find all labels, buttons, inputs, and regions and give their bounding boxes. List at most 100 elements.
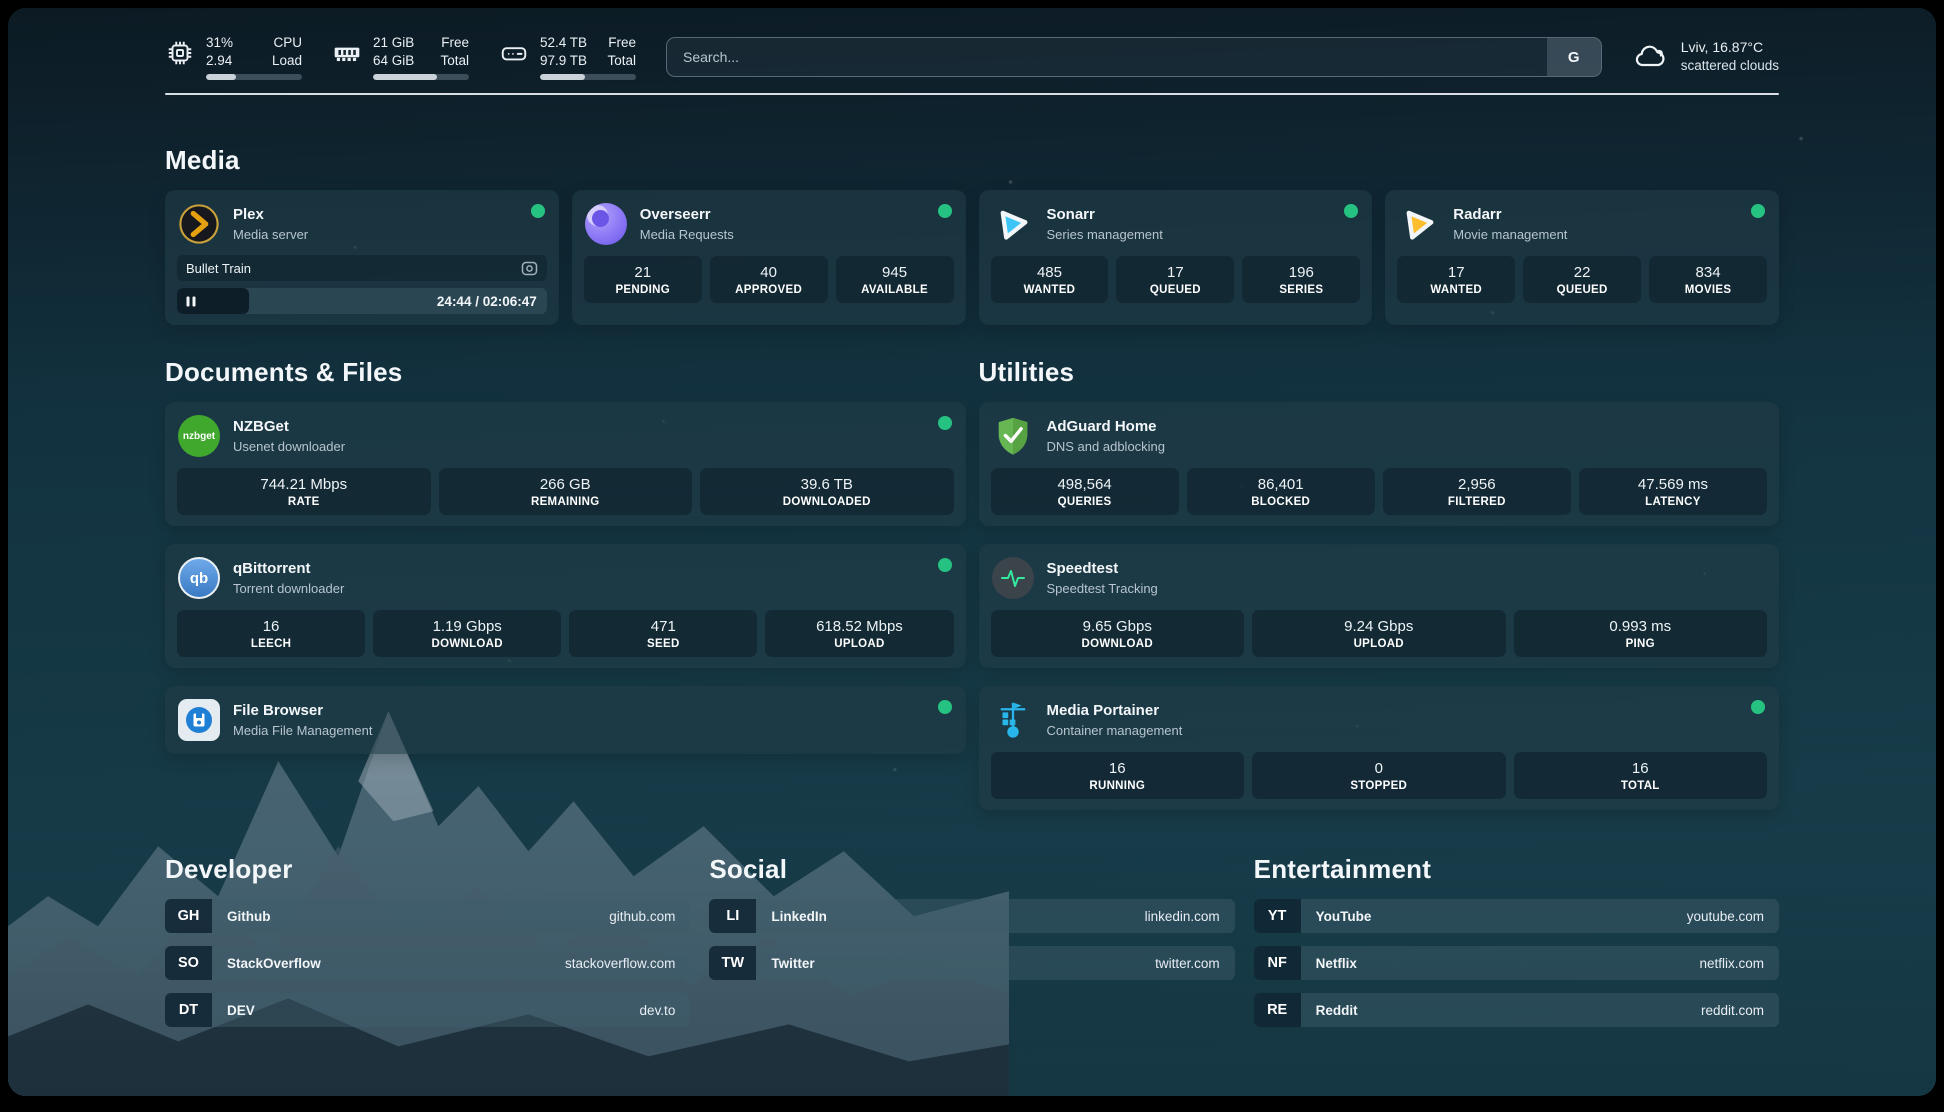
app-title: Speedtest [1047, 560, 1158, 579]
link-name: Twitter [756, 946, 1155, 980]
link-github[interactable]: GH Github github.com [165, 899, 690, 933]
status-dot [938, 416, 952, 430]
stat-available: 945 AVAILABLE [836, 256, 954, 303]
disk-free-value: 52.4 TB [540, 34, 587, 52]
section-title-social: Social [709, 854, 1234, 885]
link-url: dev.to [640, 993, 691, 1027]
stat-blocked: 86,401 BLOCKED [1187, 468, 1375, 515]
sonarr-icon [991, 202, 1035, 246]
link-youtube[interactable]: YT YouTube youtube.com [1254, 899, 1779, 933]
app-subtitle: DNS and adblocking [1047, 439, 1166, 454]
memory-widget: 21 GiB 64 GiB Free Total [332, 34, 469, 80]
speedtest-icon [991, 556, 1035, 600]
app-title: AdGuard Home [1047, 418, 1166, 437]
status-dot [1751, 700, 1765, 714]
section-title-entertainment: Entertainment [1254, 854, 1779, 885]
link-name: YouTube [1301, 899, 1687, 933]
weather-location-temp: Lviv, 16.87°C [1681, 38, 1779, 57]
stat-approved: 40 APPROVED [710, 256, 828, 303]
section-title-utilities: Utilities [979, 357, 1780, 388]
app-card-radarr[interactable]: Radarr Movie management 17 WANTED 22 QUE… [1385, 190, 1779, 325]
app-card-nzbget[interactable]: nzbget NZBGet Usenet downloader 744.21 M… [165, 402, 966, 526]
memory-free-value: 21 GiB [373, 34, 414, 52]
search-input[interactable] [667, 38, 1547, 76]
disk-icon [499, 38, 529, 68]
link-stackoverflow[interactable]: SO StackOverflow stackoverflow.com [165, 946, 690, 980]
app-subtitle: Series management [1047, 227, 1163, 242]
app-card-plex[interactable]: Plex Media server Bullet Train [165, 190, 559, 325]
section-title-media: Media [165, 145, 1779, 176]
link-name: Reddit [1301, 993, 1701, 1027]
app-card-qbittorrent[interactable]: qb qBittorrent Torrent downloader 16 [165, 544, 966, 668]
documents-column: Documents & Files nzbget NZBGet Usenet d… [165, 357, 966, 810]
link-abbr: SO [165, 946, 212, 980]
weather-condition: scattered clouds [1681, 57, 1779, 75]
stat-queued: 17 QUEUED [1116, 256, 1234, 303]
link-linkedin[interactable]: LI LinkedIn linkedin.com [709, 899, 1234, 933]
memory-progress-fill [373, 74, 437, 80]
stat-upload: 9.24 Gbps UPLOAD [1252, 610, 1506, 657]
disk-progress-track [540, 74, 636, 80]
now-playing-row: Bullet Train [177, 255, 547, 281]
app-subtitle: Media server [233, 227, 308, 242]
link-abbr: GH [165, 899, 212, 933]
utilities-column: Utilities [979, 357, 1780, 810]
stat-series: 196 SERIES [1242, 256, 1360, 303]
disk-progress-fill [540, 74, 585, 80]
weather-widget: Lviv, 16.87°C scattered clouds [1632, 38, 1779, 75]
memory-total-value: 64 GiB [373, 52, 414, 70]
link-name: DEV [212, 993, 640, 1027]
cpu-icon [165, 38, 195, 68]
stat-queued: 22 QUEUED [1523, 256, 1641, 303]
radarr-icon [1397, 202, 1441, 246]
link-url: reddit.com [1701, 993, 1779, 1027]
stat-remaining: 266 GB REMAINING [439, 468, 693, 515]
ram-icon [332, 38, 362, 68]
link-name: StackOverflow [212, 946, 565, 980]
section-title-documents: Documents & Files [165, 357, 966, 388]
playback-progress-fill [177, 288, 249, 314]
stat-download: 9.65 Gbps DOWNLOAD [991, 610, 1245, 657]
link-name: Github [212, 899, 609, 933]
stat-queries: 498,564 QUERIES [991, 468, 1179, 515]
app-card-filebrowser[interactable]: File Browser Media File Management [165, 686, 966, 754]
portainer-icon [991, 698, 1035, 742]
app-subtitle: Media Requests [640, 227, 734, 242]
section-title-developer: Developer [165, 854, 690, 885]
status-dot [938, 558, 952, 572]
stat-filtered: 2,956 FILTERED [1383, 468, 1571, 515]
link-url: github.com [609, 899, 690, 933]
link-abbr: RE [1254, 993, 1301, 1027]
dashboard-screen: 31% 2.94 CPU Load [8, 8, 1936, 1096]
stat-rate: 744.21 Mbps RATE [177, 468, 431, 515]
cpu-progress-fill [206, 74, 236, 80]
disk-total-label: Total [607, 52, 636, 70]
topbar: 31% 2.94 CPU Load [165, 8, 1779, 80]
app-card-overseerr[interactable]: Overseerr Media Requests 21 PENDING 40 A… [572, 190, 966, 325]
link-name: Netflix [1301, 946, 1700, 980]
plex-icon [177, 202, 221, 246]
search-bar: G [666, 37, 1602, 77]
app-card-portainer[interactable]: Media Portainer Container management 16 … [979, 686, 1780, 810]
app-card-sonarr[interactable]: Sonarr Series management 485 WANTED 17 Q… [979, 190, 1373, 325]
media-grid: Plex Media server Bullet Train [165, 190, 1779, 325]
stat-pending: 21 PENDING [584, 256, 702, 303]
link-abbr: NF [1254, 946, 1301, 980]
status-dot [531, 204, 545, 218]
app-card-speedtest[interactable]: Speedtest Speedtest Tracking 9.65 Gbps D… [979, 544, 1780, 668]
link-url: stackoverflow.com [565, 946, 690, 980]
stat-stopped: 0 STOPPED [1252, 752, 1506, 799]
app-card-adguard[interactable]: AdGuard Home DNS and adblocking 498,564 … [979, 402, 1780, 526]
search-engine-button[interactable]: G [1547, 38, 1601, 76]
app-title: Sonarr [1047, 206, 1163, 225]
link-reddit[interactable]: RE Reddit reddit.com [1254, 993, 1779, 1027]
stat-downloaded: 39.6 TB DOWNLOADED [700, 468, 954, 515]
link-netflix[interactable]: NF Netflix netflix.com [1254, 946, 1779, 980]
link-twitter[interactable]: TW Twitter twitter.com [709, 946, 1234, 980]
link-dev[interactable]: DT DEV dev.to [165, 993, 690, 1027]
memory-progress-track [373, 74, 469, 80]
disk-free-label: Free [607, 34, 636, 52]
app-title: Radarr [1453, 206, 1567, 225]
pause-icon [186, 296, 196, 307]
stat-wanted: 17 WANTED [1397, 256, 1515, 303]
